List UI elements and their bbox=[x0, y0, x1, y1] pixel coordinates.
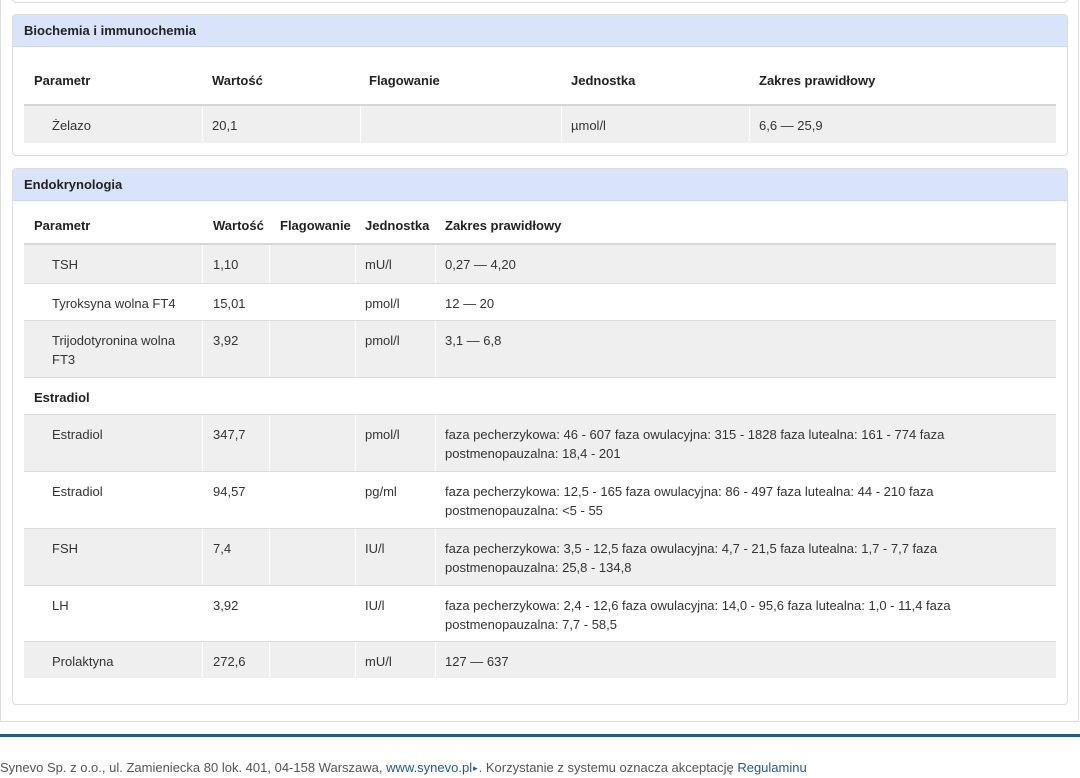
footer: Synevo Sp. z o.o., ul. Zamieniecka 80 lo… bbox=[0, 760, 807, 775]
table-row: FSH 7,4 IU/l faza pecherzykowa: 3,5 - 12… bbox=[24, 528, 1056, 585]
table-row: Trijodotyronina wolna FT3 3,92 pmol/l 3,… bbox=[24, 320, 1056, 377]
col-header-zakres: Zakres prawidłowy bbox=[445, 218, 562, 233]
param-name: Prolaktyna bbox=[52, 654, 114, 669]
table-row: Estradiol 94,57 pg/ml faza pecherzykowa:… bbox=[24, 471, 1056, 528]
param-range: 0,27 — 4,20 bbox=[445, 257, 516, 272]
param-unit: mU/l bbox=[365, 257, 392, 272]
col-header-zakres: Zakres prawidłowy bbox=[759, 73, 876, 88]
param-name: Żelazo bbox=[52, 118, 92, 133]
param-range: faza pecherzykowa: 3,5 - 12,5 faza owula… bbox=[445, 541, 938, 575]
param-unit: pmol/l bbox=[365, 333, 400, 348]
table-row: Estradiol 347,7 pmol/l faza pecherzykowa… bbox=[24, 414, 1056, 471]
param-unit: pmol/l bbox=[365, 296, 400, 311]
results-table: Parametr Wartość Flagowanie Jednostka Za… bbox=[24, 212, 1056, 692]
footer-divider bbox=[0, 734, 1080, 737]
col-header-wartosc: Wartość bbox=[213, 218, 264, 233]
param-unit: pmol/l bbox=[365, 427, 400, 442]
param-range: faza pecherzykowa: 12,5 - 165 faza owula… bbox=[445, 484, 934, 518]
param-value: 20,1 bbox=[212, 118, 238, 133]
table-row: TSH 1,10 mU/l 0,27 — 4,20 bbox=[24, 245, 1056, 283]
param-unit: IU/l bbox=[365, 598, 385, 613]
param-name: FSH bbox=[52, 541, 78, 556]
param-range: faza pecherzykowa: 46 - 607 faza owulacy… bbox=[445, 427, 945, 461]
col-header-parametr: Parametr bbox=[34, 73, 91, 88]
footer-company: Synevo Sp. z o.o., ul. Zamieniecka 80 lo… bbox=[0, 760, 383, 775]
footer-website-link[interactable]: www.synevo.pl bbox=[386, 760, 472, 775]
param-unit: pg/ml bbox=[365, 484, 397, 499]
col-header-wartosc: Wartość bbox=[212, 73, 263, 88]
param-value: 7,4 bbox=[213, 541, 232, 556]
param-value: 3,92 bbox=[213, 333, 239, 348]
param-value: 272,6 bbox=[213, 654, 246, 669]
table-row: Tyroksyna wolna FT4 15,01 pmol/l 12 — 20 bbox=[24, 283, 1056, 321]
param-value: 94,57 bbox=[213, 484, 246, 499]
param-name: Tyroksyna wolna FT4 bbox=[52, 296, 176, 311]
results-table: Parametr Wartość Flagowanie Jednostka Za… bbox=[24, 58, 1056, 145]
param-unit: IU/l bbox=[365, 541, 385, 556]
panel-biochemia: Biochemia i immunochemia Parametr Wartoś… bbox=[12, 14, 1068, 156]
table-header: Parametr Wartość Flagowanie Jednostka Za… bbox=[24, 212, 1056, 245]
group-label: Estradiol bbox=[34, 390, 90, 405]
param-name: Estradiol bbox=[52, 427, 103, 442]
previous-panel-edge bbox=[12, 0, 1068, 3]
panel-title: Biochemia i immunochemia bbox=[13, 15, 1067, 47]
table-header: Parametr Wartość Flagowanie Jednostka Za… bbox=[24, 58, 1056, 106]
param-range: 3,1 — 6,8 bbox=[445, 333, 502, 348]
param-range: 6,6 — 25,9 bbox=[759, 118, 823, 133]
param-range: 12 — 20 bbox=[445, 296, 495, 311]
param-value: 15,01 bbox=[213, 296, 246, 311]
panel-title: Endokrynologia bbox=[13, 169, 1067, 201]
table-row: Żelazo 20,1 µmol/l 6,6 — 25,9 bbox=[24, 106, 1056, 143]
param-name: Trijodotyronina wolna FT3 bbox=[52, 333, 176, 367]
footer-terms-link[interactable]: Regulaminu bbox=[737, 760, 806, 775]
col-header-jednostka: Jednostka bbox=[365, 218, 430, 233]
table-row: LH 3,92 IU/l faza pecherzykowa: 2,4 - 12… bbox=[24, 585, 1056, 642]
col-header-flagowanie: Flagowanie bbox=[280, 218, 351, 233]
param-value: 3,92 bbox=[213, 598, 239, 613]
param-name: LH bbox=[52, 598, 69, 613]
param-unit: mU/l bbox=[365, 654, 392, 669]
group-row: Estradiol bbox=[24, 377, 1056, 415]
chevron-right-icon: ▸ bbox=[473, 763, 478, 773]
param-value: 347,7 bbox=[213, 427, 246, 442]
param-name: Estradiol bbox=[52, 484, 103, 499]
param-value: 1,10 bbox=[213, 257, 239, 272]
param-range: 127 — 637 bbox=[445, 654, 509, 669]
col-header-parametr: Parametr bbox=[34, 218, 91, 233]
panel-endokrynologia: Endokrynologia Parametr Wartość Flagowan… bbox=[12, 168, 1068, 705]
param-name: TSH bbox=[52, 257, 78, 272]
col-header-jednostka: Jednostka bbox=[571, 73, 636, 88]
table-row: Prolaktyna 272,6 mU/l 127 — 637 bbox=[24, 641, 1056, 678]
footer-notice: . Korzystanie z systemu oznacza akceptac… bbox=[478, 760, 734, 775]
col-header-flagowanie: Flagowanie bbox=[369, 73, 440, 88]
param-unit: µmol/l bbox=[571, 118, 606, 133]
param-range: faza pecherzykowa: 2,4 - 12,6 faza owula… bbox=[445, 598, 951, 632]
